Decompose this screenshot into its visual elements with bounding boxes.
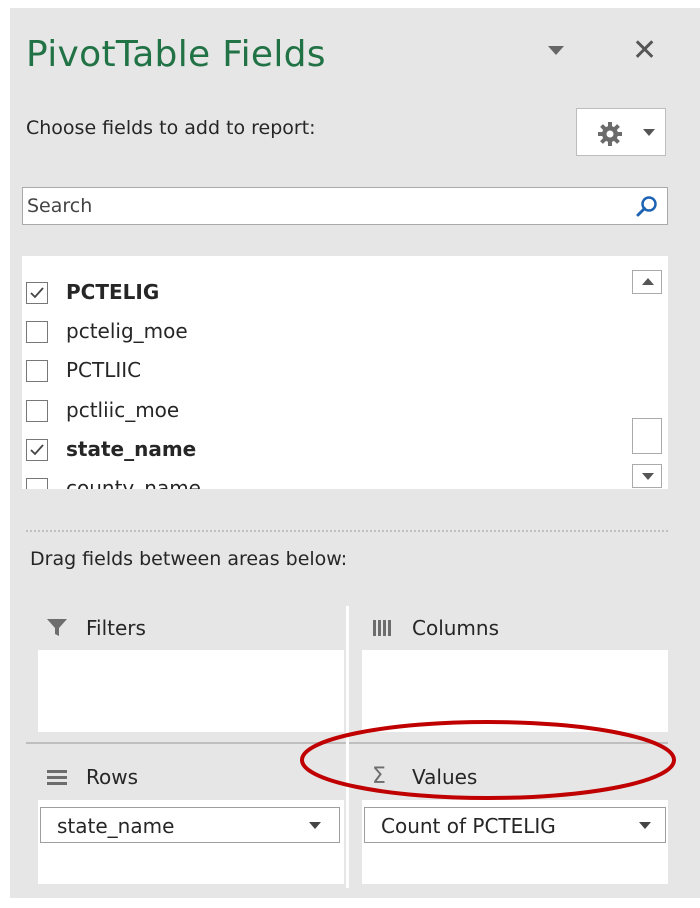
field-item-pctelig[interactable]: PCTELIG — [26, 276, 626, 312]
values-field-pill[interactable]: Count of PCTELIG — [364, 807, 666, 843]
field-checkbox-pctliic-moe[interactable] — [26, 400, 48, 422]
field-item-state-name[interactable]: state_name — [26, 433, 626, 469]
divider — [26, 530, 668, 532]
search-box[interactable] — [22, 187, 668, 225]
field-label: pctelig_moe — [66, 319, 188, 343]
highlight-ellipse — [300, 720, 676, 800]
field-item-pctliic-moe[interactable]: pctliic_moe — [26, 394, 626, 430]
field-list: PCTELIG pctelig_moe PCTLIIC pctliic_moe … — [22, 256, 668, 489]
checkmark-icon — [30, 287, 44, 299]
chevron-down-icon — [642, 473, 654, 480]
rows-icon — [47, 770, 67, 785]
checkmark-icon — [30, 444, 44, 456]
field-list-scrollbar[interactable] — [632, 262, 666, 490]
chevron-down-icon[interactable] — [639, 822, 651, 829]
field-checkbox-pctelig-moe[interactable] — [26, 321, 48, 343]
chevron-down-icon — [643, 129, 655, 136]
rows-drop-area[interactable]: state_name — [38, 800, 344, 884]
columns-area-label: Columns — [412, 616, 500, 640]
columns-icon — [373, 620, 391, 636]
field-item-county-name[interactable]: county_name — [26, 472, 626, 489]
field-label: PCTLIIC — [66, 358, 142, 382]
field-label: county_name — [66, 476, 201, 489]
rows-field-label: state_name — [57, 814, 175, 838]
close-icon[interactable]: ✕ — [632, 36, 657, 66]
pane-options-dropdown-icon[interactable] — [548, 46, 564, 55]
values-field-label: Count of PCTELIG — [381, 814, 556, 838]
filters-drop-area[interactable] — [38, 650, 344, 732]
pane-title: PivotTable Fields — [26, 34, 326, 75]
field-label: PCTELIG — [66, 280, 160, 304]
field-item-pctelig-moe[interactable]: pctelig_moe — [26, 315, 626, 351]
field-label: state_name — [66, 437, 197, 461]
choose-fields-label: Choose fields to add to report: — [26, 117, 316, 139]
field-label: pctliic_moe — [66, 398, 180, 422]
search-icon[interactable] — [635, 195, 659, 219]
field-item-pctliic[interactable]: PCTLIIC — [26, 354, 626, 390]
tools-button[interactable] — [576, 108, 666, 156]
field-checkbox-pctliic[interactable] — [26, 360, 48, 382]
rows-field-pill[interactable]: state_name — [40, 807, 340, 843]
drag-fields-hint: Drag fields between areas below: — [30, 548, 348, 570]
rows-area-label: Rows — [86, 765, 139, 789]
search-input[interactable] — [27, 192, 617, 220]
values-drop-area[interactable]: Count of PCTELIG — [362, 800, 668, 884]
gear-icon — [598, 122, 622, 146]
field-checkbox-pctelig[interactable] — [26, 282, 48, 304]
chevron-up-icon — [642, 278, 654, 285]
scroll-down-button[interactable] — [632, 464, 662, 488]
field-checkbox-state-name[interactable] — [26, 439, 48, 461]
filters-area-label: Filters — [86, 616, 146, 640]
scroll-thumb[interactable] — [632, 418, 662, 454]
chevron-down-icon[interactable] — [309, 822, 321, 829]
filter-icon — [47, 619, 67, 636]
field-checkbox-county-name[interactable] — [26, 478, 48, 489]
scroll-up-button[interactable] — [632, 270, 662, 294]
